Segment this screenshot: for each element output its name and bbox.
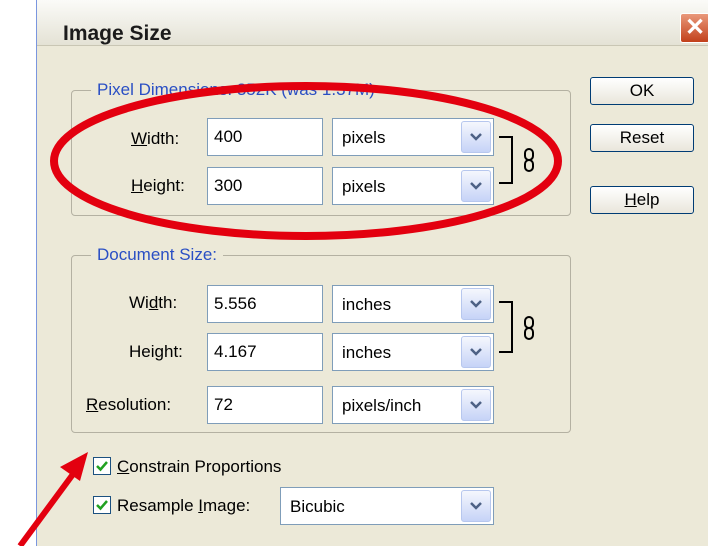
reset-button[interactable]: Reset [590, 124, 694, 152]
chevron-down-icon[interactable] [461, 170, 491, 202]
doc-width-label: Width: [129, 293, 178, 312]
doc-height-unit-select[interactable]: inches [332, 333, 494, 371]
ok-button[interactable]: OK [590, 77, 694, 105]
pixel-dimensions-title: Pixel Dimensions: [97, 80, 233, 99]
chain-link-icon [524, 316, 534, 340]
chevron-down-icon[interactable] [461, 121, 491, 153]
checkmark-icon [96, 500, 108, 511]
pixel-constrain-bracket [499, 136, 513, 184]
pixel-height-input[interactable]: 300 [207, 167, 323, 205]
doc-height-input[interactable]: 4.167 [207, 333, 323, 371]
chevron-down-icon[interactable] [461, 288, 491, 320]
pixel-width-label: Width: [131, 129, 180, 148]
help-button[interactable]: Help [590, 186, 694, 214]
dialog-title: Image Size [63, 22, 172, 45]
chevron-down-icon[interactable] [461, 336, 491, 368]
resolution-unit-value: pixels/inch [342, 396, 422, 415]
pixel-height-label: Height: [131, 176, 185, 195]
title-bar: Image Size ✕ [37, 0, 708, 46]
chain-link-icon [524, 148, 534, 172]
pixel-width-unit-select[interactable]: pixels [332, 118, 494, 156]
doc-width-unit-select[interactable]: inches [332, 285, 494, 323]
checkmark-icon [96, 461, 108, 472]
constrain-proportions-checkbox[interactable] [93, 457, 111, 475]
doc-width-unit-value: inches [342, 295, 392, 314]
document-constrain-bracket [499, 301, 513, 353]
resolution-unit-select[interactable]: pixels/inch [332, 386, 494, 424]
close-icon[interactable]: ✕ [680, 13, 708, 43]
resolution-input[interactable]: 72 [207, 386, 323, 424]
image-size-dialog: Image Size ✕ Pixel Dimensions: 352K (was… [36, 0, 708, 546]
pixel-width-input[interactable]: 400 [207, 118, 323, 156]
resample-method-select[interactable]: Bicubic [280, 487, 494, 525]
doc-height-unit-value: inches [342, 343, 392, 362]
pixel-height-unit-select[interactable]: pixels [332, 167, 494, 205]
chevron-down-icon[interactable] [461, 389, 491, 421]
document-size-legend: Document Size: [91, 245, 223, 265]
resample-method-value: Bicubic [290, 497, 345, 516]
doc-width-input[interactable]: 5.556 [207, 285, 323, 323]
pixel-dimensions-legend: Pixel Dimensions: 352K (was 1.37M) [91, 80, 381, 100]
pixel-dimensions-size: 352K (was 1.37M) [236, 80, 375, 99]
pixel-width-unit-value: pixels [342, 128, 386, 147]
resample-image-checkbox[interactable] [93, 496, 111, 514]
resolution-label: Resolution: [86, 395, 172, 414]
chevron-down-icon[interactable] [461, 490, 491, 522]
pixel-height-unit-value: pixels [342, 177, 386, 196]
doc-height-label: Height: [129, 342, 183, 361]
constrain-proportions-label[interactable]: Constrain Proportions [117, 457, 281, 477]
resample-image-label[interactable]: Resample Image: [117, 496, 250, 516]
